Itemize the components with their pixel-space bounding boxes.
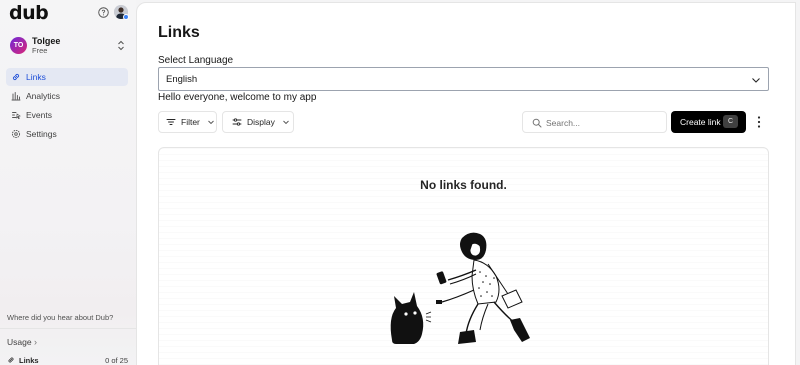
events-icon	[12, 112, 21, 120]
gear-icon	[11, 129, 21, 139]
search-input[interactable]: Search...	[522, 111, 667, 133]
language-label: Select Language	[158, 55, 234, 66]
link-icon	[12, 73, 20, 81]
usage-row-label: Links	[19, 356, 39, 365]
notification-dot	[123, 14, 129, 20]
page-title: Links	[158, 24, 200, 41]
sidebar: dub TO Tolgee Free Links Analytics Event…	[0, 0, 136, 365]
sidebar-item-label: Settings	[26, 129, 57, 139]
main-panel: Links Select Language English Hello ever…	[136, 2, 796, 365]
chevron-right-icon: ›	[33, 337, 37, 347]
filter-button[interactable]: Filter	[158, 111, 217, 133]
create-link-button[interactable]: Create link C	[671, 111, 746, 133]
chevron-down-icon	[208, 120, 214, 125]
sidebar-item-settings[interactable]: Settings	[6, 125, 128, 143]
language-select[interactable]: English	[158, 67, 769, 91]
keyboard-shortcut-badge: C	[723, 115, 738, 128]
woman-feeding-cat-illustration	[390, 232, 530, 344]
workspace-name: Tolgee	[32, 36, 61, 46]
empty-state: No links found.	[158, 147, 769, 365]
bar-chart-icon	[11, 92, 21, 101]
chevron-down-icon	[283, 120, 289, 125]
search-icon	[532, 118, 542, 128]
display-button[interactable]: Display	[222, 111, 294, 133]
empty-state-title: No links found.	[420, 178, 507, 192]
sliders-icon	[232, 118, 242, 126]
usage-row-count: 0 of 25	[105, 356, 128, 365]
sidebar-item-label: Events	[26, 110, 52, 120]
more-options-icon[interactable]	[752, 114, 766, 130]
sidebar-item-events[interactable]: Events	[6, 106, 128, 124]
workspace-avatar: TO	[10, 37, 27, 54]
filter-icon	[166, 119, 176, 125]
sidebar-divider	[0, 328, 136, 329]
language-value: English	[166, 74, 198, 85]
link-icon	[8, 357, 14, 363]
create-link-label: Create link	[680, 117, 721, 127]
chevron-down-icon	[752, 78, 760, 83]
filter-label: Filter	[181, 117, 200, 127]
help-icon[interactable]	[98, 7, 109, 18]
referral-question[interactable]: Where did you hear about Dub?	[7, 313, 113, 322]
usage-label: Usage	[7, 337, 32, 347]
sidebar-item-links[interactable]: Links	[6, 68, 128, 86]
workspace-switcher[interactable]: TO Tolgee Free	[6, 34, 130, 58]
dub-logo[interactable]: dub	[9, 2, 49, 24]
sidebar-nav: Links Analytics Events Settings	[6, 68, 128, 144]
sidebar-item-label: Links	[26, 72, 46, 82]
display-label: Display	[247, 117, 275, 127]
sidebar-item-label: Analytics	[26, 91, 61, 101]
chevron-up-down-icon	[118, 40, 124, 51]
greeting-text: Hello everyone, welcome to my app	[158, 92, 317, 103]
search-placeholder: Search...	[546, 118, 581, 128]
usage-link[interactable]: Usage ›	[7, 337, 37, 347]
sidebar-item-analytics[interactable]: Analytics	[6, 87, 128, 105]
workspace-plan: Free	[32, 46, 48, 55]
